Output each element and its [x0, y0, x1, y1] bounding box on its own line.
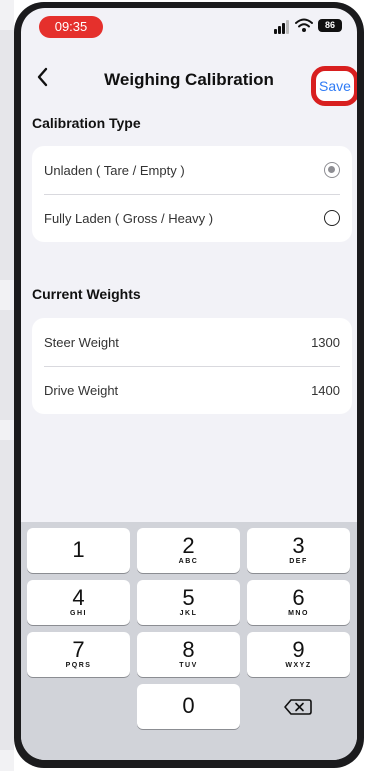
- key-digit: 1: [72, 537, 85, 562]
- option-fully-laden[interactable]: Fully Laden ( Gross / Heavy ): [32, 194, 352, 242]
- key-digit: 8: [182, 637, 195, 662]
- key-2[interactable]: 2 ABC: [137, 528, 240, 573]
- key-letters: MNO: [288, 610, 309, 617]
- key-1[interactable]: 1: [27, 528, 130, 573]
- delete-key[interactable]: [247, 684, 350, 729]
- wifi-icon: [295, 18, 313, 32]
- option-label: Unladen ( Tare / Empty ): [44, 162, 185, 178]
- calibration-type-card: Unladen ( Tare / Empty ) Fully Laden ( G…: [32, 146, 352, 242]
- page-title: Weighing Calibration: [104, 70, 274, 89]
- steer-weight-label: Steer Weight: [44, 334, 119, 350]
- page: 09:35 86 Weighing Calibration Save Calib…: [0, 0, 368, 771]
- key-8[interactable]: 8 TUV: [137, 632, 240, 677]
- key-letters: ABC: [178, 558, 199, 565]
- option-label: Fully Laden ( Gross / Heavy ): [44, 210, 214, 226]
- key-3[interactable]: 3 DEF: [247, 528, 350, 573]
- status-bar: 09:35 86: [21, 8, 357, 48]
- nav-bar: Weighing Calibration Save: [21, 58, 357, 106]
- status-time: 09:35: [39, 16, 103, 38]
- battery-icon: 86: [318, 19, 342, 32]
- calibration-type-heading: Calibration Type: [32, 115, 141, 131]
- key-letters: DEF: [289, 558, 308, 565]
- key-0[interactable]: 0: [137, 684, 240, 729]
- key-9[interactable]: 9 WXYZ: [247, 632, 350, 677]
- key-letters: TUV: [179, 662, 198, 669]
- key-digit: 5: [182, 585, 195, 610]
- key-digit: 9: [292, 637, 305, 662]
- key-letters: PQRS: [65, 662, 92, 669]
- numeric-keypad: 1 2 ABC 3 DEF 4 GHI 5 JKL 6 MNO 7 PQRS 8…: [21, 522, 357, 760]
- option-unladen[interactable]: Unladen ( Tare / Empty ): [32, 146, 352, 194]
- current-weights-heading: Current Weights: [32, 286, 141, 302]
- delete-backspace-icon: [284, 699, 312, 715]
- key-digit: 2: [182, 533, 195, 558]
- radio-selected-icon[interactable]: [324, 162, 340, 178]
- drive-weight-label: Drive Weight: [44, 382, 119, 398]
- phone-frame: 09:35 86 Weighing Calibration Save Calib…: [14, 2, 364, 768]
- back-button[interactable]: [33, 64, 55, 90]
- key-7[interactable]: 7 PQRS: [27, 632, 130, 677]
- current-weights-card: Steer Weight 1300 Drive Weight 1400: [32, 318, 352, 414]
- key-letters: WXYZ: [285, 662, 312, 669]
- save-button[interactable]: Save: [311, 66, 357, 106]
- key-5[interactable]: 5 JKL: [137, 580, 240, 625]
- key-digit: 3: [292, 533, 305, 558]
- key-digit: 6: [292, 585, 305, 610]
- key-digit: 0: [182, 693, 195, 718]
- chevron-left-icon: [37, 67, 48, 87]
- background-panel: [0, 0, 14, 771]
- key-letters: JKL: [179, 610, 198, 617]
- key-6[interactable]: 6 MNO: [247, 580, 350, 625]
- key-digit: 7: [72, 637, 85, 662]
- steer-weight-value[interactable]: 1300: [311, 335, 340, 350]
- key-4[interactable]: 4 GHI: [27, 580, 130, 625]
- drive-weight-row[interactable]: Drive Weight 1400: [32, 366, 352, 414]
- steer-weight-row[interactable]: Steer Weight 1300: [32, 318, 352, 366]
- key-digit: 4: [72, 585, 85, 610]
- key-letters: GHI: [70, 610, 87, 617]
- phone-screen: 09:35 86 Weighing Calibration Save Calib…: [21, 8, 357, 760]
- radio-unselected-icon[interactable]: [324, 210, 340, 226]
- drive-weight-value[interactable]: 1400: [311, 383, 340, 398]
